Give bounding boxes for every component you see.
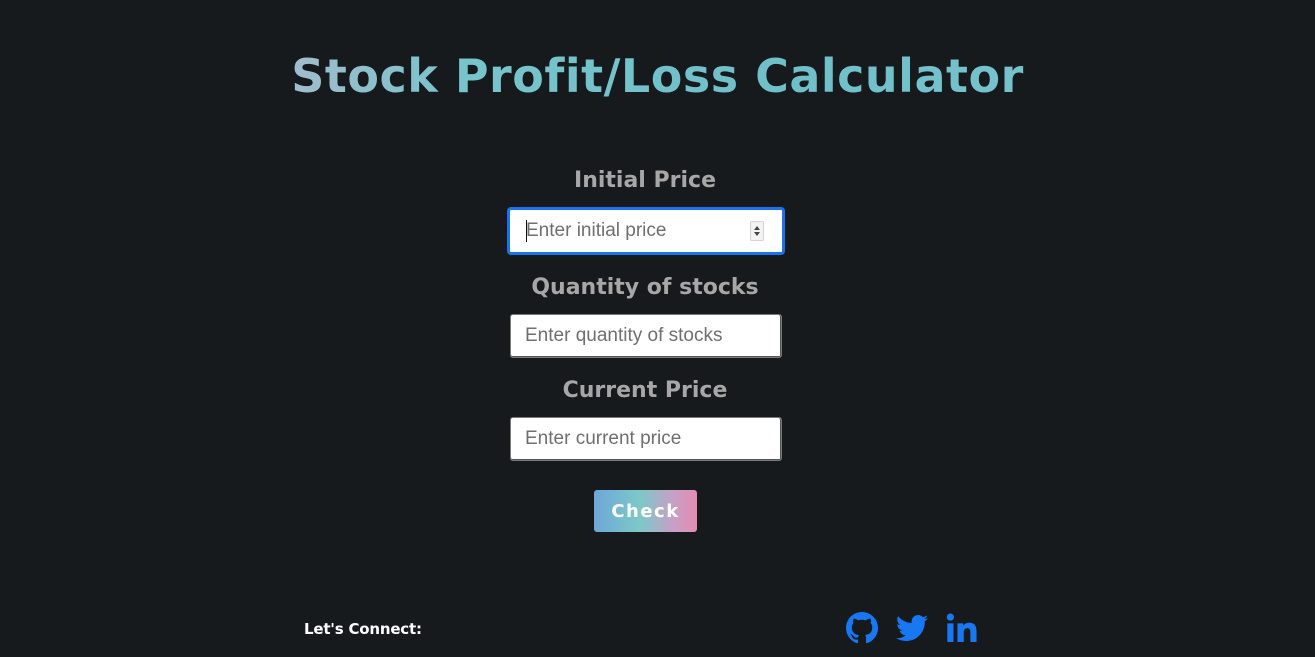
- twitter-icon: [896, 615, 928, 641]
- spin-up-icon[interactable]: [754, 226, 760, 230]
- text-caret: [526, 220, 527, 242]
- initial-price-field[interactable]: [507, 207, 785, 255]
- number-spinner[interactable]: [750, 221, 764, 241]
- quantity-label: Quantity of stocks: [531, 275, 759, 300]
- check-button[interactable]: Check: [594, 490, 697, 532]
- current-price-input[interactable]: [511, 418, 781, 460]
- quantity-field[interactable]: [510, 314, 782, 358]
- connect-label: Let's Connect:: [304, 620, 422, 638]
- spin-down-icon[interactable]: [754, 232, 760, 236]
- linkedin-icon: [946, 613, 977, 642]
- current-price-label: Current Price: [562, 378, 728, 403]
- github-icon: [846, 612, 878, 644]
- current-price-field[interactable]: [510, 417, 782, 461]
- page-title: Stock Profit/Loss Calculator: [0, 46, 1315, 106]
- initial-price-input[interactable]: [510, 210, 782, 252]
- linkedin-link[interactable]: [946, 612, 978, 644]
- quantity-input[interactable]: [511, 315, 781, 357]
- twitter-link[interactable]: [896, 612, 928, 644]
- github-link[interactable]: [846, 612, 878, 644]
- initial-price-label: Initial Price: [574, 168, 716, 193]
